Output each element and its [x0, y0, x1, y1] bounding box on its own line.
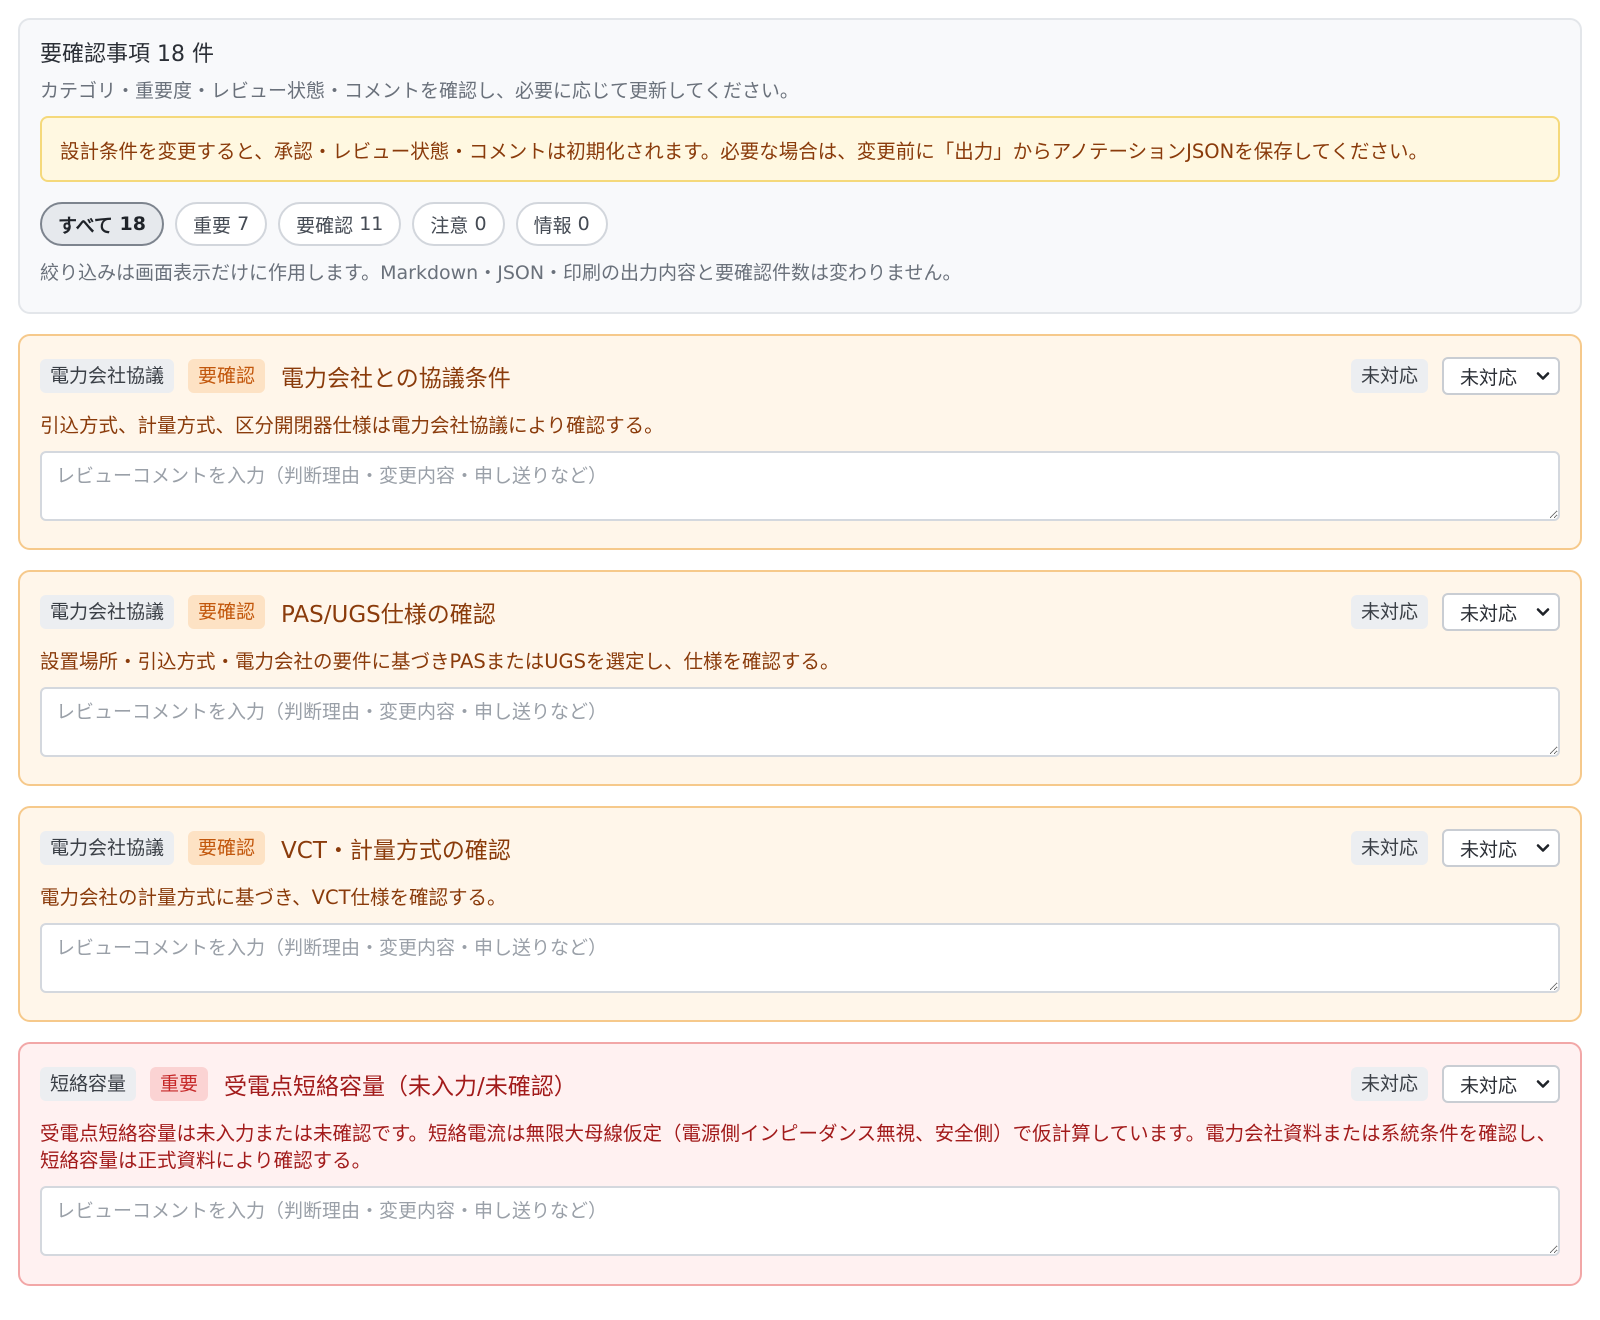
severity-tag: 要確認: [188, 359, 266, 393]
status-select[interactable]: 未対応: [1442, 829, 1560, 867]
filter-chip-label: 注意: [430, 214, 469, 237]
status-select-value: 未対応: [1460, 366, 1518, 389]
review-item: 電力会社協議 要確認 PAS/UGS仕様の確認 未対応 未対応 設置場所・引込方…: [18, 570, 1582, 786]
filter-chip-all[interactable]: すべて 18: [40, 202, 164, 246]
review-item-description: 電力会社の計量方式に基づき、VCT仕様を確認する。: [40, 886, 507, 909]
filter-chip-label: 情報: [533, 214, 572, 237]
review-item-title: 受電点短絡容量（未入力/未確認）: [224, 1074, 577, 1100]
chevron-down-icon: [1536, 844, 1550, 852]
filter-chip-label: 重要: [193, 214, 232, 237]
review-item-description: 受電点短絡容量は未入力または未確認です。短絡電流は無限大母線仮定（電源側インピー…: [40, 1122, 1557, 1172]
severity-tag: 重要: [150, 1067, 209, 1101]
status-badge: 未対応: [1350, 595, 1428, 629]
filter-chip-count: 7: [237, 213, 250, 235]
status-select[interactable]: 未対応: [1442, 593, 1560, 631]
status-select-value: 未対応: [1460, 602, 1518, 625]
severity-filter: すべて 18 重要 7 要確認 11 注意 0 情報 0: [40, 202, 1560, 248]
chevron-down-icon: [1536, 372, 1550, 380]
category-tag: 電力会社協議: [40, 595, 175, 629]
status-select-value: 未対応: [1460, 838, 1518, 861]
review-item-header: 短絡容量 重要 受電点短絡容量（未入力/未確認） 未対応 未対応: [40, 1062, 1560, 1106]
status-badge: 未対応: [1350, 831, 1428, 865]
filter-chip-count: 0: [577, 213, 590, 235]
status-badge: 未対応: [1350, 359, 1428, 393]
category-tag: 電力会社協議: [40, 831, 175, 865]
severity-tag: 要確認: [188, 831, 266, 865]
category-tag: 電力会社協議: [40, 359, 175, 393]
review-comment-input[interactable]: [40, 923, 1560, 993]
filter-note: 絞り込みは画面表示だけに作用します。Markdown・JSON・印刷の出力内容と…: [40, 262, 962, 284]
review-item-header: 電力会社協議 要確認 VCT・計量方式の確認 未対応 未対応: [40, 826, 1560, 870]
filter-chip-label: 要確認: [296, 214, 354, 237]
filter-chip-critical[interactable]: 重要 7: [175, 202, 268, 246]
reset-warning: 設計条件を変更すると、承認・レビュー状態・コメントは初期化されます。必要な場合は…: [40, 116, 1560, 182]
review-comment-input[interactable]: [40, 451, 1560, 521]
filter-chip-info[interactable]: 情報 0: [515, 202, 608, 246]
status-badge: 未対応: [1350, 1067, 1428, 1101]
reset-warning-text: 設計条件を変更すると、承認・レビュー状態・コメントは初期化されます。必要な場合は…: [60, 139, 1429, 163]
page: 要確認事項 18 件 カテゴリ・重要度・レビュー状態・コメントを確認し、必要に応…: [0, 0, 1600, 1320]
severity-tag: 要確認: [188, 595, 266, 629]
filter-chip-count: 11: [359, 213, 384, 235]
review-item: 電力会社協議 要確認 電力会社との協議条件 未対応 未対応 引込方式、計量方式、…: [18, 334, 1582, 550]
review-item-title: PAS/UGS仕様の確認: [281, 602, 496, 628]
chevron-down-icon: [1536, 608, 1550, 616]
chevron-down-icon: [1536, 1080, 1550, 1088]
status-select[interactable]: 未対応: [1442, 357, 1560, 395]
filter-chip-caution[interactable]: 注意 0: [412, 202, 505, 246]
filter-chip-needs-check[interactable]: 要確認 11: [278, 202, 402, 246]
summary-subtitle: カテゴリ・重要度・レビュー状態・コメントを確認し、必要に応じて更新してください。: [40, 80, 799, 102]
review-item-header: 電力会社協議 要確認 電力会社との協議条件 未対応 未対応: [40, 354, 1560, 398]
review-item: 短絡容量 重要 受電点短絡容量（未入力/未確認） 未対応 未対応 受電点短絡容量…: [18, 1042, 1582, 1286]
category-tag: 短絡容量: [40, 1067, 137, 1101]
review-item-description: 引込方式、計量方式、区分開閉器仕様は電力会社協議により確認する。: [40, 414, 664, 437]
status-select-value: 未対応: [1460, 1074, 1518, 1097]
review-item-header: 電力会社協議 要確認 PAS/UGS仕様の確認 未対応 未対応: [40, 590, 1560, 634]
review-comment-input[interactable]: [40, 1186, 1560, 1256]
filter-chip-count: 18: [119, 213, 146, 235]
filter-chip-count: 0: [474, 213, 487, 235]
review-item-description: 設置場所・引込方式・電力会社の要件に基づきPASまたはUGSを選定し、仕様を確認…: [40, 650, 840, 673]
status-select[interactable]: 未対応: [1442, 1065, 1560, 1103]
summary-panel: 要確認事項 18 件 カテゴリ・重要度・レビュー状態・コメントを確認し、必要に応…: [18, 18, 1582, 314]
review-item-title: VCT・計量方式の確認: [281, 838, 511, 864]
filter-chip-label: すべて: [58, 214, 113, 237]
review-item: 電力会社協議 要確認 VCT・計量方式の確認 未対応 未対応 電力会社の計量方式…: [18, 806, 1582, 1022]
review-item-title: 電力会社との協議条件: [281, 366, 511, 392]
review-comment-input[interactable]: [40, 687, 1560, 757]
summary-title: 要確認事項 18 件: [40, 42, 214, 67]
